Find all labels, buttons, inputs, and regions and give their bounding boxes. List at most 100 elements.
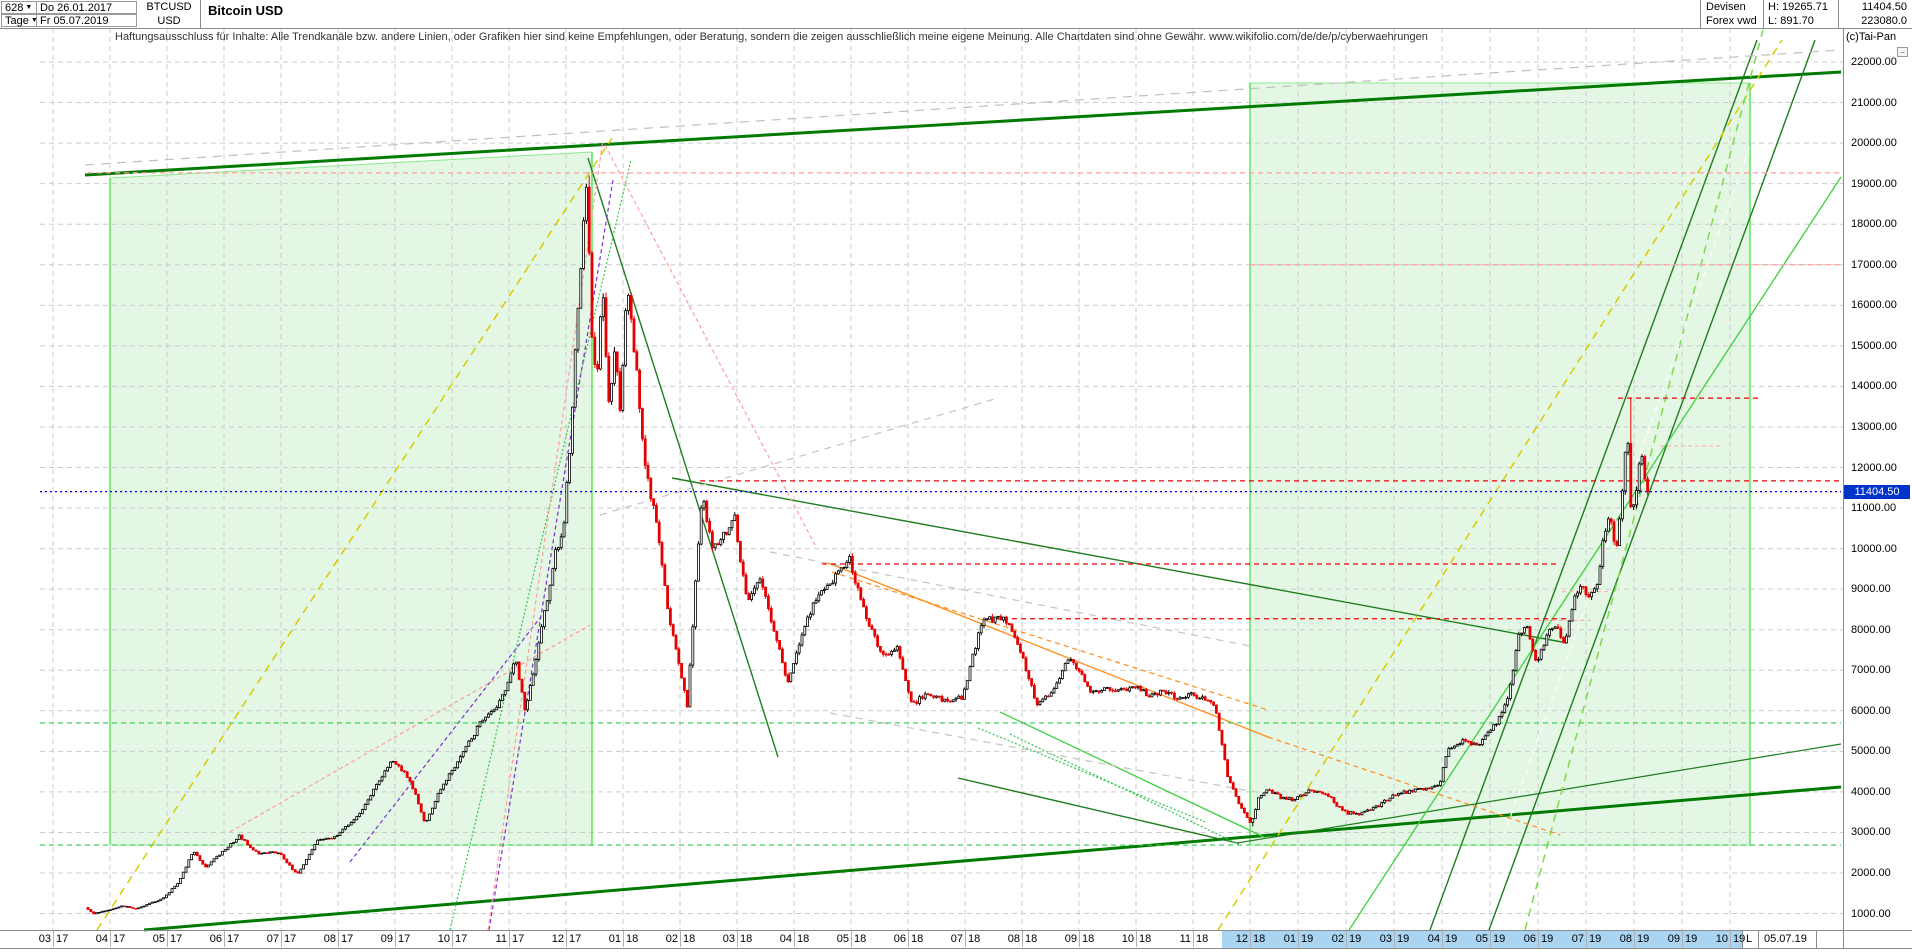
price-axis-label: 5000.00 <box>1851 745 1909 757</box>
time-axis-tick <box>680 931 681 947</box>
time-axis-tick <box>110 931 111 947</box>
time-axis-month: 05 <box>834 933 849 945</box>
price-chart[interactable] <box>0 0 1912 952</box>
price-axis-label: 19000.00 <box>1851 178 1909 190</box>
price-axis-label: 1000.00 <box>1851 908 1909 920</box>
price-axis-label: 3000.00 <box>1851 826 1909 838</box>
date-to-field[interactable]: Fr 05.07.2019 <box>36 14 137 27</box>
time-axis-year: 17 <box>341 933 353 945</box>
time-axis-year: 17 <box>569 933 581 945</box>
gray-falling-b <box>830 713 1255 792</box>
time-axis-month: 06 <box>1521 933 1536 945</box>
time-axis-year: 18 <box>1025 933 1037 945</box>
chevron-down-icon: ▼ <box>25 4 32 11</box>
date-from-field[interactable]: Do 26.01.2017 <box>36 1 137 14</box>
time-axis-month: 06 <box>891 933 906 945</box>
price-axis-label: 9000.00 <box>1851 583 1909 595</box>
orange-downtrend-dashed <box>832 572 1268 710</box>
down-dotted-b <box>1010 734 1240 845</box>
time-axis-month: 08 <box>321 933 336 945</box>
time-axis-month: 10 <box>1713 933 1728 945</box>
time-axis-month: 05 <box>150 933 165 945</box>
price-axis-label: 4000.00 <box>1851 786 1909 798</box>
time-axis-tick <box>1634 931 1635 947</box>
feed-source: Forex vwd <box>1706 15 1757 27</box>
time-axis-month: 04 <box>1425 933 1440 945</box>
time-axis-year: 18 <box>1196 933 1208 945</box>
price-axis-label: 2000.00 <box>1851 867 1909 879</box>
timeframe-dropdown[interactable]: Tage ▼ <box>1 14 37 27</box>
time-axis-month: 04 <box>93 933 108 945</box>
price-axis-label: 11000.00 <box>1851 502 1909 514</box>
price-axis-label: 7000.00 <box>1851 664 1909 676</box>
time-axis-year: 17 <box>170 933 182 945</box>
time-axis-year: 19 <box>1685 933 1697 945</box>
time-axis-month: 04 <box>777 933 792 945</box>
session-high: H: 19265.71 <box>1768 1 1828 13</box>
time-axis-year: 18 <box>854 933 866 945</box>
time-axis-tick <box>1394 931 1395 947</box>
time-axis-tick <box>1298 931 1299 947</box>
time-axis-tick <box>1022 931 1023 947</box>
time-axis-tick <box>338 931 339 947</box>
time-axis-tick <box>224 931 225 947</box>
time-axis-year: 18 <box>1139 933 1151 945</box>
time-axis-month: 02 <box>663 933 678 945</box>
time-axis-month: 07 <box>948 933 963 945</box>
highlight-zone-2 <box>1250 83 1750 845</box>
last-date-label: 05.07.19 <box>1764 933 1807 945</box>
time-axis-tick <box>1250 931 1251 947</box>
time-axis-tick <box>794 931 795 947</box>
time-axis-tick <box>566 931 567 947</box>
date-to-value: Fr 05.07.2019 <box>40 15 109 27</box>
time-axis-month: 08 <box>1005 933 1020 945</box>
copyright-label: (c)Tai-Pan <box>1846 31 1896 43</box>
time-axis-year: 17 <box>227 933 239 945</box>
time-axis-year: 19 <box>1637 933 1649 945</box>
instrument-title: Bitcoin USD <box>208 3 283 18</box>
time-axis-year: 19 <box>1445 933 1457 945</box>
time-axis-month: 01 <box>1281 933 1296 945</box>
time-axis-tick <box>1490 931 1491 947</box>
time-axis-year: 19 <box>1349 933 1361 945</box>
period-count-dropdown[interactable]: 628 ▼ <box>1 1 37 14</box>
time-axis-tick <box>1730 931 1731 947</box>
time-axis-year: 17 <box>398 933 410 945</box>
time-axis-year: 19 <box>1301 933 1313 945</box>
disclaimer-text: Haftungsausschluss für Inhalte: Alle Tre… <box>115 31 1428 43</box>
time-axis-month: 11 <box>1176 933 1191 945</box>
price-axis-label: 6000.00 <box>1851 705 1909 717</box>
time-axis-tick <box>167 931 168 947</box>
down-dotted-a <box>978 728 1205 822</box>
time-axis-tick <box>1442 931 1443 947</box>
time-axis-year: 18 <box>626 933 638 945</box>
price-axis-label: 22000.00 <box>1851 56 1909 68</box>
time-axis-tick <box>395 931 396 947</box>
time-axis-tick <box>1193 931 1194 947</box>
price-axis-label: 13000.00 <box>1851 421 1909 433</box>
downtrend-steep-2018 <box>588 158 778 757</box>
taipan-chart-window: Haftungsausschluss für Inhalte: Alle Tre… <box>0 0 1912 952</box>
time-axis-tick <box>1079 931 1080 947</box>
gray-rising-mid <box>600 398 998 515</box>
time-axis-month: 07 <box>264 933 279 945</box>
time-axis-tick <box>623 931 624 947</box>
price-axis-label: 12000.00 <box>1851 462 1909 474</box>
time-axis-year: 17 <box>113 933 125 945</box>
time-axis-year: 17 <box>512 933 524 945</box>
time-axis-year: 19 <box>1493 933 1505 945</box>
time-axis-tick <box>1538 931 1539 947</box>
feed-name: Devisen <box>1706 1 1746 13</box>
currency-label: USD <box>139 14 199 27</box>
last-bar-marker: L <box>1746 933 1752 945</box>
time-axis-tick <box>965 931 966 947</box>
time-axis-year: 18 <box>740 933 752 945</box>
symbol-value: BTCUSD <box>146 1 191 13</box>
time-axis-month: 07 <box>1569 933 1584 945</box>
time-axis-month: 03 <box>720 933 735 945</box>
time-axis-tick <box>281 931 282 947</box>
time-axis-month: 09 <box>1665 933 1680 945</box>
price-axis-label: 15000.00 <box>1851 340 1909 352</box>
time-axis-tick <box>1346 931 1347 947</box>
time-axis-year: 18 <box>911 933 923 945</box>
